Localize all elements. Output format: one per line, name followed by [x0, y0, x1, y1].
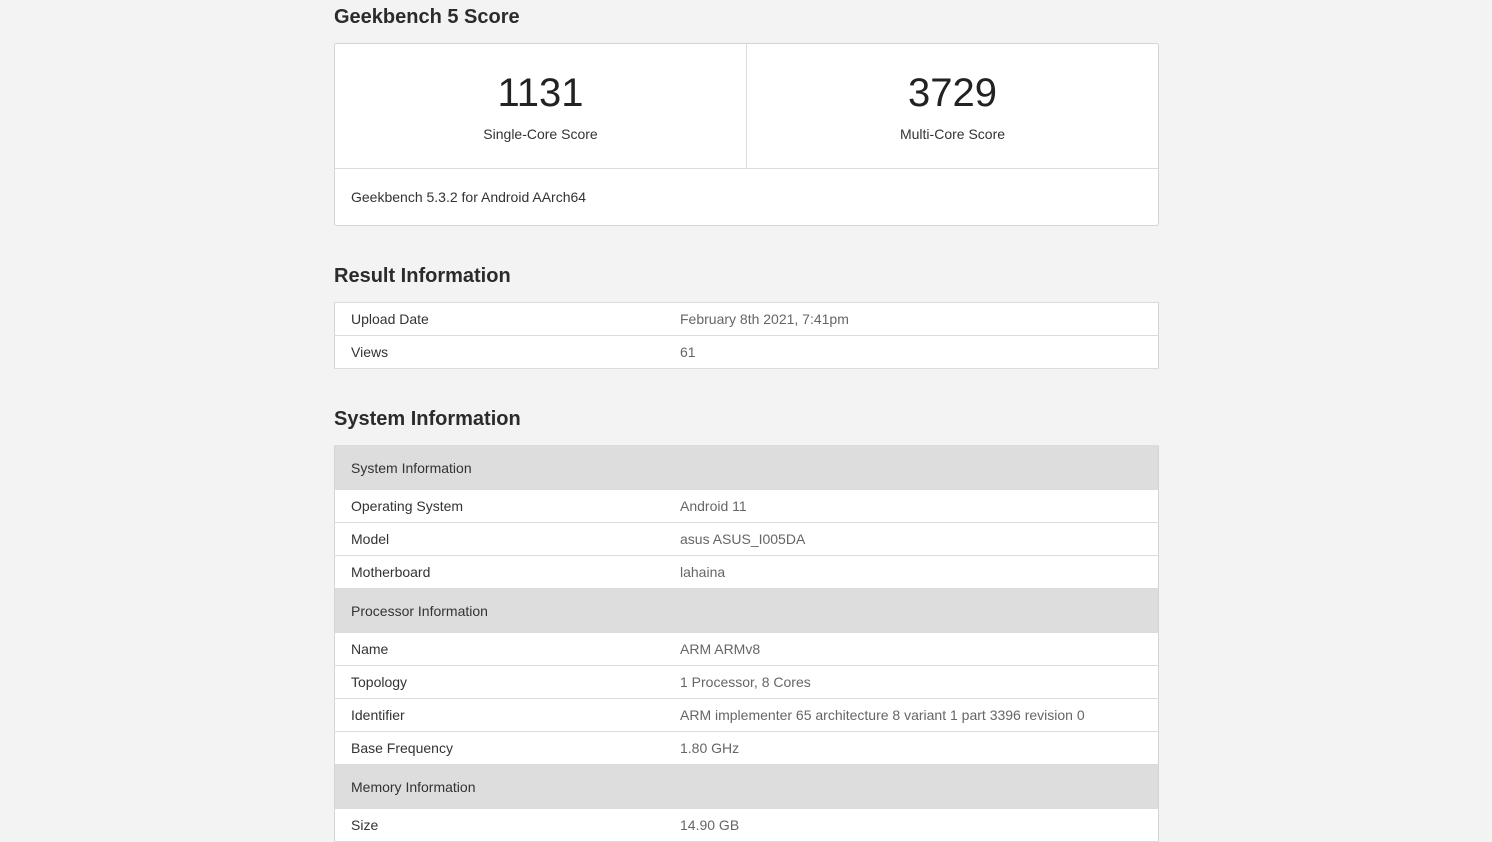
row-name: Upload Date	[334, 302, 664, 336]
single-core-cell: 1131 Single-Core Score	[335, 44, 746, 168]
table-row: Operating System Android 11	[334, 489, 1159, 523]
row-value: Android 11	[664, 489, 1159, 523]
table-row: Motherboard lahaina	[334, 555, 1159, 589]
multi-core-score: 3729	[908, 71, 997, 115]
benchmark-version: Geekbench 5.3.2 for Android AArch64	[351, 189, 587, 205]
row-name: Topology	[334, 665, 664, 699]
table-row: Identifier ARM implementer 65 architectu…	[334, 698, 1159, 732]
score-panel: 1131 Single-Core Score 3729 Multi-Core S…	[334, 43, 1159, 226]
row-value: 1 Processor, 8 Cores	[664, 665, 1159, 699]
row-name: Size	[334, 808, 664, 842]
row-name: Motherboard	[334, 555, 664, 589]
group-header-label: Memory Information	[334, 764, 1159, 809]
system-section-title: System Information	[334, 408, 521, 430]
group-header: System Information	[334, 445, 1159, 490]
row-value: ARM ARMv8	[664, 632, 1159, 666]
table-row: Views 61	[334, 335, 1159, 369]
row-name: Base Frequency	[334, 731, 664, 765]
row-value: lahaina	[664, 555, 1159, 589]
row-name: Identifier	[334, 698, 664, 732]
row-value: 14.90 GB	[664, 808, 1159, 842]
group-header: Memory Information	[334, 764, 1159, 809]
row-value: February 8th 2021, 7:41pm	[664, 302, 1159, 336]
score-section-title: Geekbench 5 Score	[334, 6, 520, 28]
result-info-table: Upload Date February 8th 2021, 7:41pm Vi…	[334, 302, 1159, 369]
table-row: Base Frequency 1.80 GHz	[334, 731, 1159, 765]
table-row: Topology 1 Processor, 8 Cores	[334, 665, 1159, 699]
result-section-title: Result Information	[334, 265, 511, 287]
table-row: Model asus ASUS_I005DA	[334, 522, 1159, 556]
row-value: asus ASUS_I005DA	[664, 522, 1159, 556]
row-value: 1.80 GHz	[664, 731, 1159, 765]
multi-core-cell: 3729 Multi-Core Score	[746, 44, 1158, 168]
multi-core-label: Multi-Core Score	[899, 126, 1006, 142]
single-core-score: 1131	[497, 71, 584, 115]
table-row: Upload Date February 8th 2021, 7:41pm	[334, 302, 1159, 336]
group-header: Processor Information	[334, 588, 1159, 633]
group-header-label: Processor Information	[334, 588, 1159, 633]
group-header-label: System Information	[334, 445, 1159, 490]
row-value: ARM implementer 65 architecture 8 varian…	[664, 698, 1159, 732]
table-row: Name ARM ARMv8	[334, 632, 1159, 666]
row-name: Model	[334, 522, 664, 556]
single-core-label: Single-Core Score	[483, 126, 598, 142]
row-name: Name	[334, 632, 664, 666]
row-value: 61	[664, 335, 1159, 369]
system-info-table: System Information Operating System Andr…	[334, 445, 1159, 842]
row-name: Views	[334, 335, 664, 369]
table-row: Size 14.90 GB	[334, 808, 1159, 842]
score-row: 1131 Single-Core Score 3729 Multi-Core S…	[335, 44, 1158, 169]
row-name: Operating System	[334, 489, 664, 523]
